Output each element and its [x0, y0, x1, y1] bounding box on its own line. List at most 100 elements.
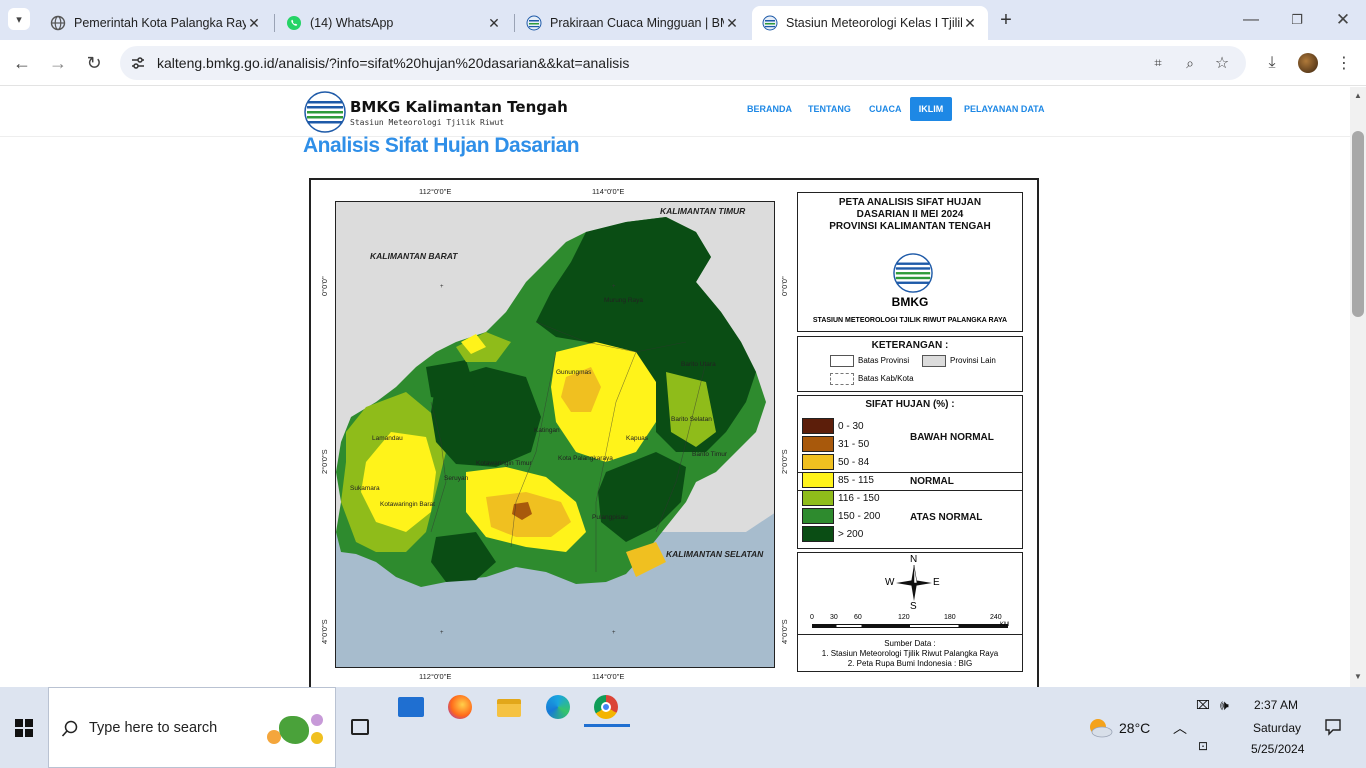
- legend-label: > 200: [838, 528, 864, 540]
- svg-text:+: +: [440, 284, 444, 290]
- clock-day[interactable]: Saturday: [1253, 721, 1301, 735]
- nav-beranda[interactable]: BERANDA: [743, 97, 796, 121]
- volume-icon[interactable]: 🕪: [1220, 697, 1229, 714]
- new-tab-button[interactable]: +: [994, 8, 1018, 32]
- tab-prakiraan-cuaca[interactable]: Prakiraan Cuaca Mingguan | BMKG ✕: [516, 6, 750, 40]
- legend-swatch: [802, 490, 834, 506]
- scale-label-120: 120: [898, 614, 910, 621]
- tab-divider: [514, 14, 515, 32]
- site-info-icon[interactable]: [130, 55, 146, 71]
- coord-top-114: 114°0'0"E: [592, 187, 625, 196]
- site-logo[interactable]: BMKG Kalimantan Tengah Stasiun Meteorolo…: [304, 91, 568, 133]
- legend-item-85-115: 85 - 115: [802, 472, 874, 488]
- legend-swatch: [802, 472, 834, 488]
- windows-start-icon[interactable]: [15, 719, 33, 737]
- tab-search-button[interactable]: ▾: [8, 8, 30, 30]
- legend-label: 150 - 200: [838, 510, 881, 522]
- city-sukamara: Sukamara: [350, 485, 380, 492]
- wifi-icon[interactable]: ⊡: [1198, 739, 1208, 753]
- edge-icon[interactable]: [546, 695, 570, 719]
- close-icon[interactable]: ✕: [962, 15, 978, 31]
- nav-cuaca[interactable]: CUACA: [865, 97, 906, 121]
- label-kaltim: KALIMANTAN TIMUR: [660, 206, 746, 216]
- city-barito-selatan: Barito Selatan: [671, 416, 712, 423]
- profile-avatar[interactable]: [1298, 53, 1318, 73]
- tab-palangka-raya[interactable]: Pemerintah Kota Palangka Raya ✕: [40, 6, 272, 40]
- translate-icon[interactable]: ⌗: [1146, 51, 1170, 75]
- menu-kebab-icon[interactable]: ⋮: [1332, 51, 1356, 75]
- zoom-icon[interactable]: ⌕: [1178, 51, 1202, 75]
- scroll-down-arrow-icon[interactable]: ▼: [1354, 672, 1362, 681]
- legend-item-200plus: > 200: [802, 526, 863, 542]
- page-scrollbar[interactable]: ▲ ▼: [1350, 87, 1366, 687]
- city-gunungmas: Gunungmas: [556, 369, 592, 376]
- compass-s: S: [910, 601, 917, 612]
- logo-subtitle: Stasiun Meteorologi Tjilik Riwut: [350, 117, 505, 127]
- tray-overflow-chevron-icon[interactable]: ︿: [1173, 718, 1187, 738]
- bmkg-icon: [526, 15, 542, 31]
- nav-iklim[interactable]: IKLIM: [910, 97, 952, 121]
- tab-stasiun-meteorologi[interactable]: Stasiun Meteorologi Kelas I Tjilik Riwut…: [752, 6, 988, 40]
- legend-label: 0 - 30: [838, 420, 864, 432]
- close-icon[interactable]: ✕: [246, 15, 262, 31]
- rainfall-map-image: 112°0'0"E 114°0'0"E 112°0'0"E 114°0'0"E …: [309, 178, 1039, 687]
- legend-label: 50 - 84: [838, 456, 870, 468]
- scroll-thumb[interactable]: [1352, 131, 1364, 317]
- notification-icon[interactable]: [1324, 718, 1342, 736]
- provinsi-lain-label: Provinsi Lain: [950, 356, 996, 365]
- scale-label-60: 60: [854, 614, 862, 621]
- sifat-hujan-title: SIFAT HUJAN (%) :: [865, 399, 955, 410]
- page-title: Analisis Sifat Hujan Dasarian: [303, 134, 580, 157]
- compass-e: E: [933, 577, 940, 588]
- legend-label: 31 - 50: [838, 438, 870, 450]
- restore-button[interactable]: ❐: [1285, 8, 1309, 32]
- scale-unit: KM: [1000, 622, 1009, 628]
- coord-left-2s: 2°0'0"S: [320, 449, 329, 474]
- coord-bottom-114: 114°0'0"E: [592, 672, 625, 681]
- city-pulangpisau: Pulangpisau: [592, 514, 628, 521]
- close-icon[interactable]: ✕: [486, 15, 502, 31]
- category-atas-normal: ATAS NORMAL: [910, 512, 983, 523]
- sifat-hujan-legend: SIFAT HUJAN (%) : 0 - 30 31 - 50 50 - 84…: [797, 395, 1023, 549]
- network-icon[interactable]: ⌧: [1196, 698, 1210, 712]
- whatsapp-icon: [287, 16, 301, 30]
- weather-temp[interactable]: 28°C: [1119, 720, 1150, 736]
- address-bar[interactable]: kalteng.bmkg.go.id/analisis/?info=sifat%…: [120, 46, 1246, 80]
- city-lamandau: Lamandau: [372, 435, 403, 442]
- tab-whatsapp[interactable]: (14) WhatsApp ✕: [276, 6, 512, 40]
- firefox-icon[interactable]: [448, 695, 472, 719]
- svg-text:+: +: [440, 630, 444, 636]
- back-arrow-icon[interactable]: ←: [10, 51, 34, 75]
- search-highlight-icon: [267, 712, 329, 746]
- window-close-button[interactable]: ✕: [1331, 8, 1355, 32]
- bookmark-star-icon[interactable]: ☆: [1210, 51, 1234, 75]
- close-icon[interactable]: ✕: [724, 15, 740, 31]
- scale-label-180: 180: [944, 614, 956, 621]
- legend-label: 85 - 115: [838, 474, 874, 486]
- scroll-up-arrow-icon[interactable]: ▲: [1354, 91, 1362, 100]
- nav-pelayanan-data[interactable]: PELAYANAN DATA: [960, 97, 1049, 121]
- nav-tentang[interactable]: TENTANG: [804, 97, 855, 121]
- download-icon[interactable]: ⤓: [1260, 51, 1284, 75]
- minimize-button[interactable]: —: [1239, 8, 1263, 32]
- legend-swatch: [802, 526, 834, 542]
- weather-sun-cloud-icon[interactable]: [1087, 717, 1113, 739]
- batas-provinsi-label: Batas Provinsi: [858, 356, 910, 365]
- coord-right-0: 0°0'0": [780, 276, 789, 296]
- category-bawah-normal: BAWAH NORMAL: [910, 432, 994, 443]
- globe-icon: [50, 15, 66, 31]
- task-view-icon[interactable]: [351, 719, 369, 735]
- forward-arrow-icon[interactable]: →: [46, 51, 70, 75]
- provinsi-lain-swatch: [922, 355, 946, 367]
- keterangan-panel: KETERANGAN : Batas Provinsi Provinsi Lai…: [797, 336, 1023, 392]
- file-explorer-icon[interactable]: [497, 699, 521, 717]
- tab-title: (14) WhatsApp: [310, 16, 394, 30]
- scale-label-240: 240: [990, 614, 1002, 621]
- taskbar-search-box[interactable]: Type here to search: [48, 687, 336, 768]
- clock-time[interactable]: 2:37 AM: [1254, 698, 1298, 712]
- legend-item-0-30: 0 - 30: [802, 418, 864, 434]
- chrome-icon[interactable]: [594, 695, 618, 719]
- mail-app-icon[interactable]: [398, 697, 424, 717]
- reload-icon[interactable]: ↻: [82, 51, 106, 75]
- clock-date[interactable]: 5/25/2024: [1251, 742, 1304, 756]
